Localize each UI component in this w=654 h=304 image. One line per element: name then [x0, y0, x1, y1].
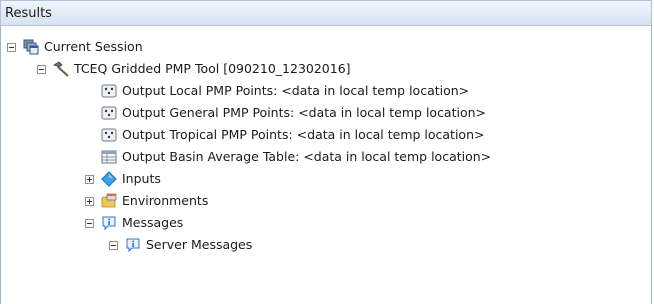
tree-item-output-local[interactable]: Output Local PMP Points: <data in local … — [101, 80, 469, 102]
tree-item-label: Server Messages — [146, 237, 253, 252]
collapse-toggle[interactable] — [7, 42, 16, 52]
expand-toggle[interactable] — [85, 196, 94, 206]
collapse-toggle[interactable] — [109, 240, 118, 250]
hammer-icon — [53, 61, 69, 77]
tree-item-environments[interactable]: Environments — [85, 190, 208, 212]
table-icon — [101, 150, 117, 164]
tree-item-label: Output Tropical PMP Points: <data in loc… — [122, 127, 485, 142]
collapse-toggle[interactable] — [85, 218, 94, 228]
tree-item-output-tropical[interactable]: Output Tropical PMP Points: <data in loc… — [101, 124, 484, 146]
collapse-toggle[interactable] — [37, 64, 46, 74]
tree-item-label: TCEQ Gridded PMP Tool [090210_12302016] — [74, 61, 351, 76]
expand-toggle[interactable] — [85, 174, 94, 184]
point-feature-icon — [101, 106, 117, 120]
stacked-windows-icon — [23, 39, 39, 55]
environments-folder-icon — [101, 193, 117, 208]
tree-item-server-messages[interactable]: Server Messages — [109, 234, 252, 256]
panel-title: Results — [5, 6, 52, 21]
tree-item-label: Output Local PMP Points: <data in local … — [122, 83, 470, 98]
results-title-bar: Results — [0, 0, 652, 26]
tree-item-output-table[interactable]: Output Basin Average Table: <data in loc… — [101, 146, 491, 168]
tree-item-label: Current Session — [44, 39, 143, 54]
tree-item-label: Environments — [122, 193, 209, 208]
info-message-icon — [102, 216, 116, 231]
tree-item-label: Output Basin Average Table: <data in loc… — [122, 149, 492, 164]
blue-diamond-icon — [101, 171, 117, 187]
point-feature-icon — [101, 84, 117, 98]
info-message-icon — [126, 238, 140, 253]
tree-item-label: Output General PMP Points: <data in loca… — [122, 105, 487, 120]
tree-item-label: Inputs — [122, 171, 161, 186]
tree-item-label: Messages — [122, 215, 184, 230]
tree-item-tool[interactable]: TCEQ Gridded PMP Tool [090210_12302016] — [37, 58, 351, 80]
results-tree-panel: Current Session TCEQ Gridded PMP Tool [0… — [0, 26, 652, 304]
tree-item-output-general[interactable]: Output General PMP Points: <data in loca… — [101, 102, 486, 124]
tree-item-inputs[interactable]: Inputs — [85, 168, 161, 190]
tree-item-messages[interactable]: Messages — [85, 212, 183, 234]
tree-item-current-session[interactable]: Current Session — [7, 36, 143, 58]
point-feature-icon — [101, 128, 117, 142]
